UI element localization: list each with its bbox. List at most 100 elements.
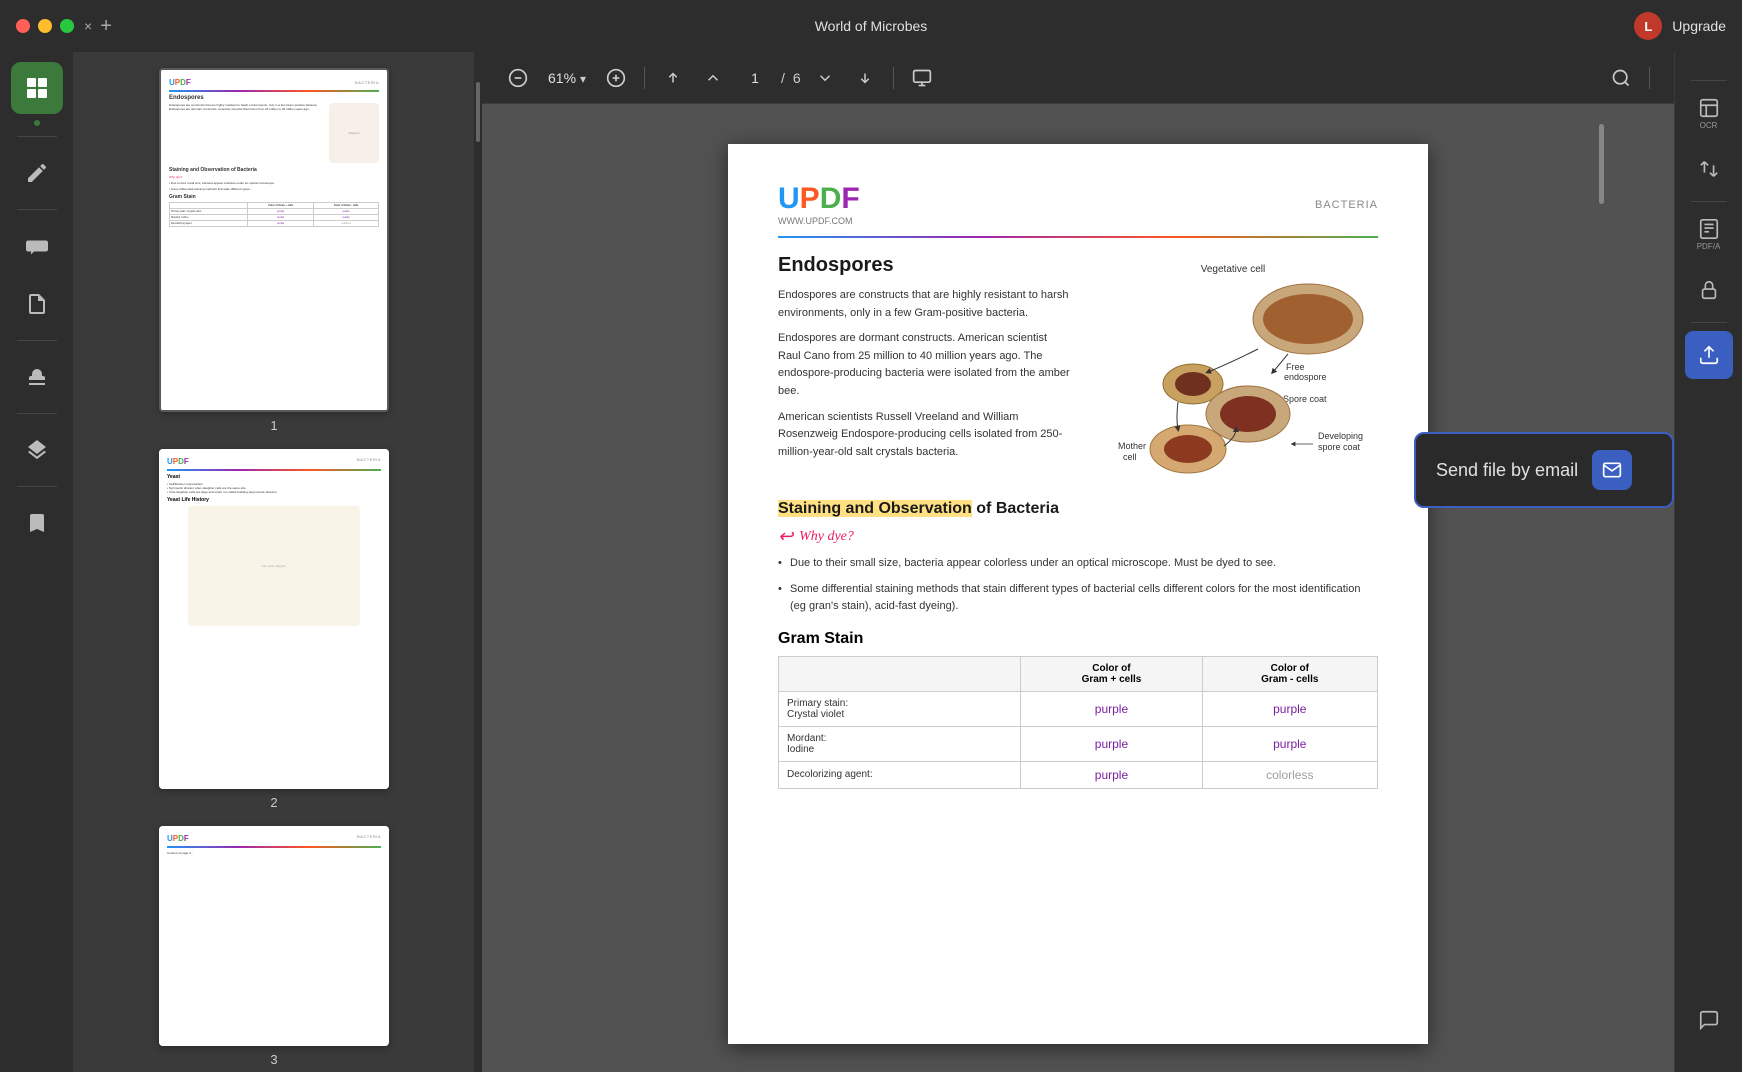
gram-cell-3-neg: colorless xyxy=(1202,761,1377,788)
zoom-in-button[interactable] xyxy=(600,62,632,94)
chevron-down-icon xyxy=(816,69,834,87)
chevron-up-icon xyxy=(704,69,722,87)
why-dye-label: Why dye? xyxy=(799,529,854,545)
page-down-button[interactable] xyxy=(809,62,841,94)
thumbnail-item-2[interactable]: UPDF BACTERIA Yeast • Cell/Division repr… xyxy=(159,449,389,810)
minus-circle-icon xyxy=(508,68,528,88)
bacteria-label: BACTERIA xyxy=(1315,199,1378,211)
gram-row-mordant: Mordant:Iodine purple purple xyxy=(779,726,1378,761)
bookmark-icon xyxy=(25,511,49,535)
close-traffic-light[interactable] xyxy=(16,19,30,33)
pdf-ai-icon xyxy=(1698,218,1720,240)
gram-row-decolorizing: Decolorizing agent: purple colorless xyxy=(779,761,1378,788)
plus-circle-icon xyxy=(606,68,626,88)
zoom-dropdown-button[interactable]: ▾ xyxy=(580,72,586,86)
content-area: 61% ▾ / 6 xyxy=(482,52,1674,1072)
titlebar: World of Microbes × + L Upgrade xyxy=(0,0,1742,52)
sidebar-item-organize[interactable] xyxy=(11,278,63,330)
main-layout: UPDF BACTERIA Endospores Endospores are … xyxy=(0,52,1742,1072)
gram-cell-1-neg: purple xyxy=(1202,691,1377,726)
page-number-input[interactable] xyxy=(737,70,773,86)
thumbnail-page-number-2: 2 xyxy=(270,795,277,810)
staining-bullet-2: Some differential staining methods that … xyxy=(778,581,1378,616)
svg-text:Free: Free xyxy=(1286,362,1305,372)
ocr-button[interactable]: OCR xyxy=(1685,89,1733,137)
secure-button[interactable] xyxy=(1685,266,1733,314)
updf-logo: UPDF WWW.UPDF.COM xyxy=(778,184,860,226)
sidebar-item-pen[interactable] xyxy=(11,147,63,199)
sidebar-item-bookmark[interactable] xyxy=(11,497,63,549)
thumbnail-panel-wrapper: UPDF BACTERIA Endospores Endospores are … xyxy=(74,52,482,1072)
page-separator: / xyxy=(781,70,785,86)
pdf-page: UPDF WWW.UPDF.COM BACTERIA Vegetative ce… xyxy=(728,144,1428,1044)
zoom-out-button[interactable] xyxy=(502,62,534,94)
search-button[interactable] xyxy=(1605,62,1637,94)
staining-title: Staining and Observation of Bacteria xyxy=(778,500,1378,518)
toolbar-separator-3 xyxy=(1649,67,1650,89)
convert-button[interactable] xyxy=(1685,145,1733,193)
sidebar-divider-2 xyxy=(17,209,57,210)
tab-close-button[interactable]: × xyxy=(84,18,92,34)
thumbnail-panel[interactable]: UPDF BACTERIA Endospores Endospores are … xyxy=(74,52,474,1072)
comment-icon xyxy=(25,234,49,258)
presentation-mode-button[interactable] xyxy=(906,62,938,94)
maximize-traffic-light[interactable] xyxy=(60,19,74,33)
layers-icon xyxy=(25,438,49,462)
presentation-icon xyxy=(912,68,932,88)
sidebar-item-stamp[interactable] xyxy=(11,351,63,403)
header-line xyxy=(778,236,1378,238)
page-navigation: / 6 xyxy=(737,70,801,86)
thumbnail-scrollbar[interactable] xyxy=(474,52,482,1072)
share-upload-icon xyxy=(1698,344,1720,366)
gram-row-label-3: Decolorizing agent: xyxy=(779,761,1021,788)
scroll-to-bottom-button[interactable] xyxy=(849,62,881,94)
pen-icon xyxy=(25,161,49,185)
lock-icon xyxy=(1698,279,1720,301)
tab-add-button[interactable]: + xyxy=(100,15,112,38)
gram-row-label-1: Primary stain:Crystal violet xyxy=(779,691,1021,726)
svg-text:Spore coat: Spore coat xyxy=(1283,394,1327,404)
staining-bullet-1: Due to their small size, bacteria appear… xyxy=(778,555,1378,573)
gram-row-label-2: Mordant:Iodine xyxy=(779,726,1021,761)
zoom-value: 61% xyxy=(548,70,576,86)
sidebar-item-thumbnails[interactable] xyxy=(11,62,63,114)
minimize-traffic-light[interactable] xyxy=(38,19,52,33)
endospore-diagram: Vegetative cell Free endospore xyxy=(1088,254,1378,474)
staining-rest: of Bacteria xyxy=(976,500,1059,517)
gram-cell-2-pos: purple xyxy=(1021,726,1202,761)
toolbar-separator-1 xyxy=(644,67,645,89)
sidebar-item-comment[interactable] xyxy=(11,220,63,272)
upgrade-button[interactable]: Upgrade xyxy=(1672,18,1726,34)
sidebar-divider-1 xyxy=(17,136,57,137)
thumbnail-page-number-1: 1 xyxy=(270,418,277,433)
svg-text:endospore: endospore xyxy=(1284,372,1327,382)
chat-button[interactable] xyxy=(1685,996,1733,1044)
thumbnail-item-1[interactable]: UPDF BACTERIA Endospores Endospores are … xyxy=(159,68,389,433)
pdf-viewport[interactable]: UPDF WWW.UPDF.COM BACTERIA Vegetative ce… xyxy=(482,104,1674,1072)
thumbnail-page-1: UPDF BACTERIA Endospores Endospores are … xyxy=(161,70,387,410)
send-file-email-button[interactable] xyxy=(1592,450,1632,490)
svg-text:spore coat: spore coat xyxy=(1318,442,1361,452)
left-sidebar xyxy=(0,52,74,1072)
window-title: World of Microbes xyxy=(815,18,928,34)
pdf-ai-button[interactable]: PDF/A xyxy=(1685,210,1733,258)
pdf-scrollbar[interactable] xyxy=(1596,104,1606,1072)
sidebar-item-layers[interactable] xyxy=(11,424,63,476)
svg-text:Developing: Developing xyxy=(1318,431,1363,441)
endospore-diagram-svg: Vegetative cell Free endospore xyxy=(1088,254,1378,474)
scroll-to-top-button[interactable] xyxy=(657,62,689,94)
share-button[interactable] xyxy=(1685,331,1733,379)
toolbar-separator-2 xyxy=(893,67,894,89)
sidebar-divider-3 xyxy=(17,340,57,341)
send-file-tooltip-text: Send file by email xyxy=(1436,460,1578,481)
send-file-tooltip[interactable]: Send file by email xyxy=(1414,432,1674,508)
avatar[interactable]: L xyxy=(1634,12,1662,40)
search-icon xyxy=(1611,68,1631,88)
thumbnail-item-3[interactable]: UPDF BACTERIA Content of page 3... 3 xyxy=(159,826,389,1067)
thumbnail-grid-icon xyxy=(25,76,49,100)
page-up-button[interactable] xyxy=(697,62,729,94)
gram-cell-2-neg: purple xyxy=(1202,726,1377,761)
sidebar-divider-4 xyxy=(17,413,57,414)
organize-icon xyxy=(25,292,49,316)
arrow-to-bottom-icon xyxy=(856,69,874,87)
